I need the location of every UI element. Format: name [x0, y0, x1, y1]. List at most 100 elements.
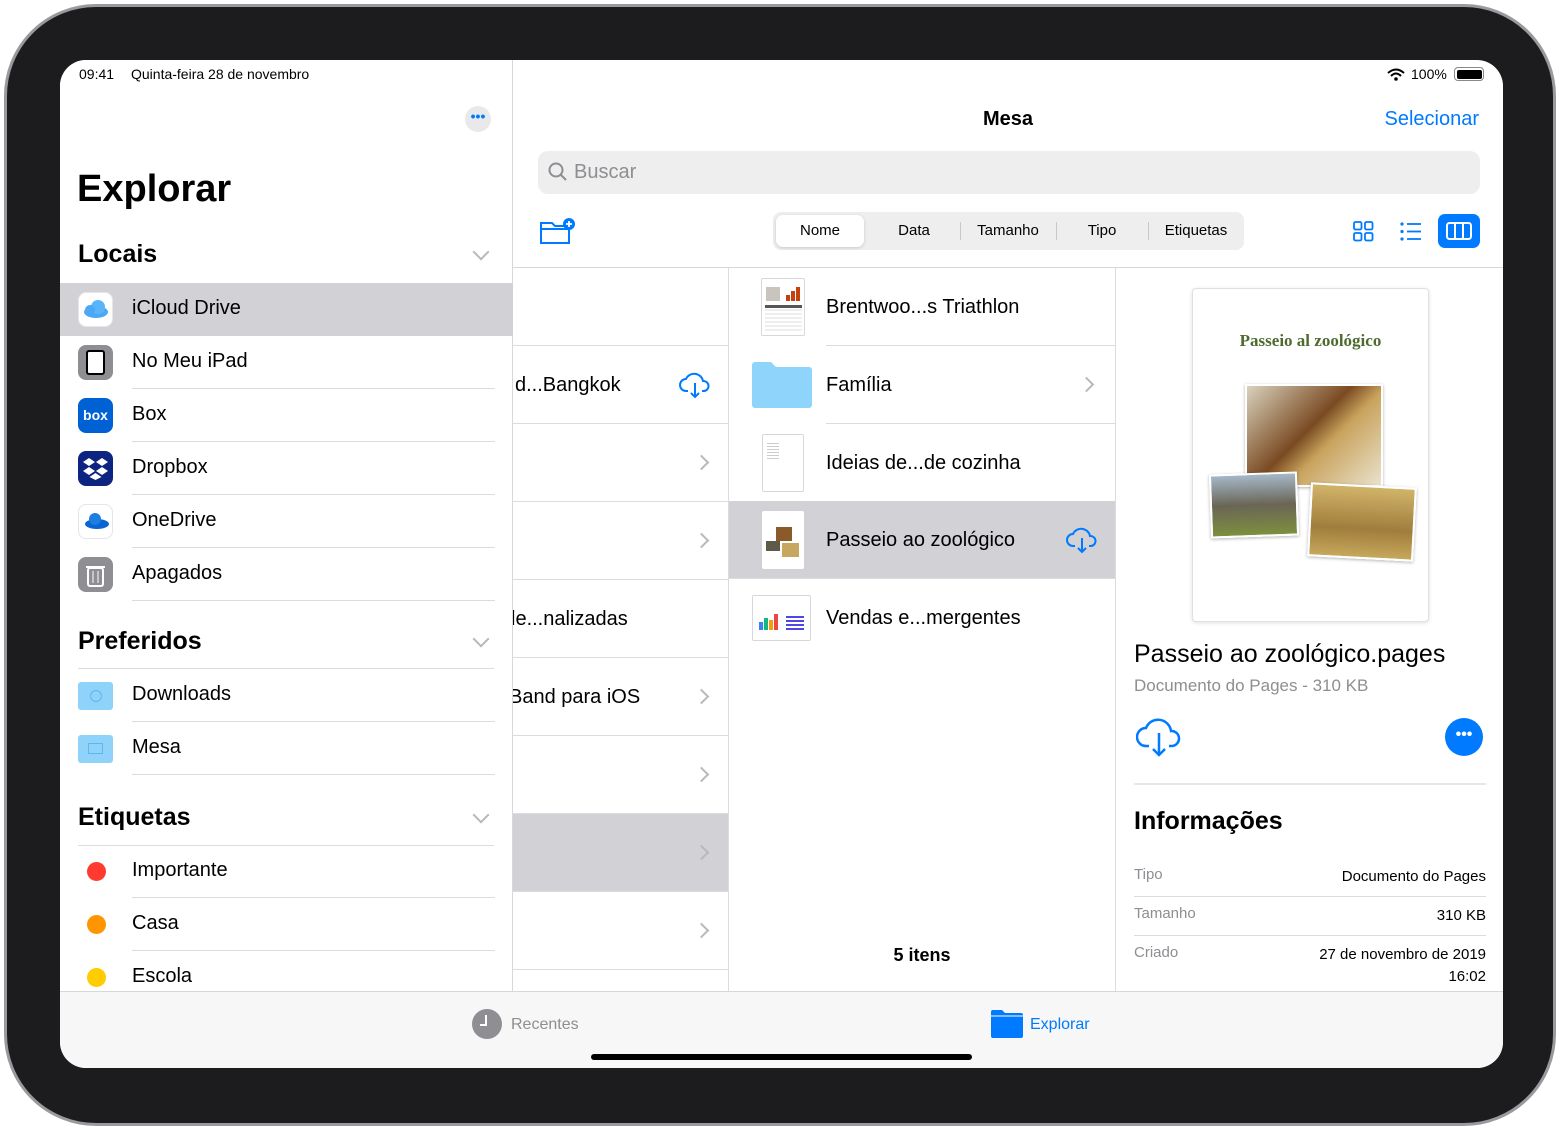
- info-title: Informações: [1134, 807, 1283, 835]
- select-button[interactable]: Selecionar: [1384, 108, 1479, 131]
- sidebar-item-mesa[interactable]: Mesa: [60, 722, 513, 775]
- file-row-selected[interactable]: Passeio ao zoológico: [729, 501, 1115, 579]
- more-button[interactable]: •••: [1445, 718, 1483, 756]
- sidebar-item-label: Apagados: [132, 562, 223, 584]
- sort-tipo[interactable]: Tipo: [1058, 216, 1146, 246]
- file-row-selected[interactable]: [513, 814, 728, 892]
- file-row[interactable]: Vendas e...mergentes: [729, 579, 1115, 657]
- sidebar-item-importante[interactable]: Importante: [60, 845, 513, 898]
- info-key: Tamanho: [1134, 905, 1196, 922]
- tag-yellow-icon: [87, 968, 106, 987]
- ipad-icon: [78, 345, 113, 380]
- grid-view-icon[interactable]: [1353, 221, 1374, 242]
- sidebar-item-casa[interactable]: Casa: [60, 898, 513, 951]
- sidebar-item-dropbox[interactable]: Dropbox: [60, 442, 513, 495]
- search-placeholder: Buscar: [574, 161, 637, 183]
- file-row[interactable]: [513, 424, 728, 502]
- info-row-tipo: Tipo Documento do Pages: [1134, 858, 1486, 897]
- status-date: Quinta-feira 28 de novembro: [131, 66, 310, 82]
- info-row-tamanho: Tamanho 310 KB: [1134, 897, 1486, 936]
- sidebar-more-button[interactable]: •••: [465, 106, 491, 132]
- file-name: Band para iOS: [513, 686, 641, 708]
- list-view-icon[interactable]: [1400, 222, 1422, 241]
- cloud-download-icon[interactable]: [1066, 526, 1098, 554]
- info-value-time: 16:02: [1448, 968, 1486, 985]
- folder-icon: [752, 362, 812, 408]
- new-folder-icon[interactable]: [539, 217, 577, 245]
- file-name: Ideias de...de cozinha: [826, 452, 1021, 474]
- info-key: Criado: [1134, 944, 1179, 961]
- status-time: 09:41: [79, 66, 115, 82]
- info-value: Documento do Pages: [1341, 868, 1486, 885]
- file-name: Brentwoo...s Triathlon: [826, 296, 1020, 318]
- chevron-down-icon[interactable]: [472, 806, 490, 824]
- sidebar-item-label: Casa: [132, 912, 179, 934]
- chart-doc-thumbnail: [752, 595, 811, 641]
- file-row[interactable]: [513, 502, 728, 580]
- section-preferidos-header[interactable]: Preferidos: [78, 627, 202, 656]
- sidebar-item-label: Importante: [132, 859, 228, 881]
- sidebar-title: Explorar: [77, 168, 232, 210]
- section-etiquetas-header[interactable]: Etiquetas: [78, 803, 191, 832]
- search-input[interactable]: Buscar: [538, 151, 1480, 194]
- dropbox-icon: [78, 451, 113, 486]
- sort-tamanho[interactable]: Tamanho: [962, 216, 1054, 246]
- sort-data[interactable]: Data: [870, 216, 958, 246]
- screen: ••• Explorar Locais iCloud Drive No Meu …: [60, 60, 1503, 1068]
- info-row-criado: Criado 27 de novembro de 2019 16:02: [1134, 936, 1486, 990]
- sidebar-item-label: Dropbox: [132, 456, 208, 478]
- sidebar-item-downloads[interactable]: Downloads: [60, 669, 513, 722]
- info-value: 310 KB: [1436, 907, 1486, 924]
- chevron-down-icon[interactable]: [472, 243, 490, 261]
- wifi-icon: [1387, 68, 1405, 81]
- info-value: 27 de novembro de 2019: [1319, 946, 1486, 963]
- column-parent: d...Bangkok le...nalizadas Band para iOS: [513, 268, 729, 991]
- pages-thumbnail: [762, 511, 804, 569]
- file-row[interactable]: d...Bangkok: [513, 346, 728, 424]
- battery-icon: [1454, 67, 1484, 81]
- file-row[interactable]: [513, 892, 728, 970]
- meerkat-photo: [1307, 482, 1417, 562]
- folder-row[interactable]: Família: [729, 346, 1115, 424]
- sidebar-item-onedrive[interactable]: OneDrive: [60, 495, 513, 548]
- search-icon: [548, 162, 567, 181]
- trash-icon: [78, 557, 113, 592]
- cloud-download-icon[interactable]: [1136, 716, 1182, 758]
- sidebar-item-label: Box: [132, 403, 167, 425]
- tab-bar: Recentes Explorar: [60, 991, 1503, 1068]
- column-view-button[interactable]: [1438, 214, 1480, 248]
- file-name: le...nalizadas: [513, 608, 628, 630]
- file-row[interactable]: Band para iOS: [513, 658, 728, 736]
- file-name: Família: [826, 374, 892, 396]
- file-row[interactable]: Brentwoo...s Triathlon: [729, 268, 1115, 346]
- preview-panel: Passeio al zoológico Passeio ao zoológic…: [1116, 268, 1503, 991]
- chevron-down-icon[interactable]: [472, 630, 490, 648]
- file-row[interactable]: [513, 736, 728, 814]
- file-row[interactable]: Ideias de...de cozinha: [729, 424, 1115, 502]
- sidebar-item-label: Mesa: [132, 736, 181, 758]
- home-indicator[interactable]: [591, 1054, 972, 1060]
- tab-label: Explorar: [1030, 1016, 1090, 1033]
- item-count: 5 itens: [893, 945, 951, 965]
- sidebar-item-box[interactable]: box Box: [60, 389, 513, 442]
- file-name: d...Bangkok: [515, 374, 621, 396]
- sort-etiquetas[interactable]: Etiquetas: [1150, 216, 1242, 246]
- info-key: Tipo: [1134, 866, 1163, 883]
- sort-nome[interactable]: Nome: [776, 216, 864, 246]
- file-row[interactable]: le...nalizadas: [513, 580, 728, 658]
- sidebar-item-apagados[interactable]: Apagados: [60, 548, 513, 601]
- preview-filename: Passeio ao zoológico.pages: [1134, 640, 1446, 668]
- sidebar-item-no-meu-ipad[interactable]: No Meu iPad: [60, 336, 513, 389]
- sidebar-item-label: Escola: [132, 965, 193, 987]
- sidebar-item-icloud-drive[interactable]: iCloud Drive: [60, 283, 513, 336]
- folder-download-icon: [78, 682, 113, 710]
- section-locais-header[interactable]: Locais: [78, 240, 157, 269]
- file-row[interactable]: [513, 268, 728, 346]
- cloud-download-icon[interactable]: [679, 371, 711, 399]
- battery-percent: 100%: [1411, 66, 1447, 82]
- clock-icon: [472, 1009, 502, 1039]
- document-preview[interactable]: Passeio al zoológico: [1192, 288, 1429, 622]
- column-view-icon: [1446, 222, 1472, 240]
- sidebar-item-label: iCloud Drive: [132, 297, 241, 319]
- sort-segmented-control: Nome Data Tamanho Tipo Etiquetas: [773, 212, 1244, 250]
